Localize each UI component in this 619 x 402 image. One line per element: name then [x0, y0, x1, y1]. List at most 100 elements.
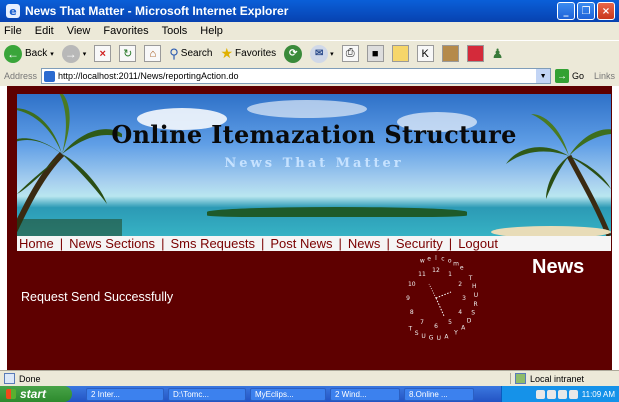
nav-separator: | — [448, 236, 453, 251]
people-icon: ♟ — [491, 45, 504, 61]
refresh-button[interactable]: ↻ — [119, 45, 137, 62]
menu-edit[interactable]: Edit — [35, 25, 54, 37]
clock-day-letter: T — [468, 275, 473, 282]
messenger-button[interactable] — [441, 45, 459, 62]
news-headline: News — [532, 256, 585, 278]
taskbar-item-internet-explorer[interactable]: 2 Inter... — [86, 387, 164, 401]
minimize-button[interactable]: _ — [557, 2, 575, 20]
address-input[interactable]: http://localhost:2011/News/reportingActi… — [41, 68, 552, 84]
task-label: D:\Tomc... — [173, 389, 210, 399]
address-url: http://localhost:2011/News/reportingActi… — [58, 71, 239, 81]
clock-number: 9 — [406, 295, 410, 302]
history-icon: ⟳ — [284, 44, 303, 63]
clock-month-letter: U — [437, 335, 441, 342]
taskbar-item-online[interactable]: 8.Online ... — [404, 387, 474, 401]
menu-help[interactable]: Help — [200, 25, 223, 37]
system-tray: 11:09 AM — [501, 386, 619, 402]
edit-icon: ■ — [366, 45, 384, 62]
search-button[interactable]: ⚲ Search — [169, 46, 212, 62]
menu-bar: File Edit View Favorites Tools Help — [0, 22, 619, 40]
start-label: start — [20, 387, 47, 401]
clock-day-letter: U — [474, 292, 478, 299]
clock-number: 6 — [434, 323, 438, 330]
back-label: Back — [25, 48, 48, 59]
maximize-button[interactable]: ❐ — [577, 2, 595, 20]
menu-favorites[interactable]: Favorites — [103, 25, 148, 37]
clock-day-letter: Y — [453, 330, 458, 337]
clock-number: 2 — [458, 281, 462, 288]
nav-logout[interactable]: Logout — [456, 236, 500, 251]
tray-icon[interactable] — [546, 389, 556, 399]
tray-icon[interactable] — [535, 389, 545, 399]
site-title: Online Itemazation Structure — [111, 120, 517, 149]
home-button[interactable]: ⌂ — [144, 45, 162, 62]
mail-button[interactable]: ✉ ▾ — [310, 44, 334, 63]
clock-number: 4 — [458, 309, 462, 316]
menu-file[interactable]: File — [4, 25, 22, 37]
history-button[interactable]: ⟳ — [284, 44, 303, 63]
research-button[interactable]: K — [416, 45, 434, 62]
address-label: Address — [4, 71, 38, 81]
forward-button[interactable]: → ▾ — [61, 44, 87, 63]
stop-button[interactable]: × — [94, 45, 112, 62]
mail-dropdown-icon[interactable]: ▾ — [330, 50, 334, 58]
site-banner: Online Itemazation Structure News That M… — [17, 94, 611, 236]
browser-toolbar: ← Back ▾ → ▾ × ↻ ⌂ ⚲ Search ★ Favorites … — [0, 40, 619, 66]
task-label: 2 Wind... — [335, 389, 367, 399]
tray-icon[interactable] — [568, 389, 578, 399]
nav-home[interactable]: Home — [17, 236, 56, 251]
nav-news-sections[interactable]: News Sections — [67, 236, 157, 251]
nav-post-news[interactable]: Post News — [268, 236, 334, 251]
taskbar-item-tomcat[interactable]: D:\Tomc... — [168, 387, 246, 401]
edit-button[interactable]: ■ — [366, 45, 384, 62]
forward-arrow-icon: → — [61, 44, 80, 63]
back-dropdown-icon[interactable]: ▾ — [50, 50, 54, 58]
nav-news[interactable]: News — [346, 236, 383, 251]
favorites-button[interactable]: ★ Favorites — [220, 45, 276, 62]
go-label: Go — [572, 71, 585, 81]
menu-tools[interactable]: Tools — [162, 25, 188, 37]
status-text: Done — [19, 373, 41, 384]
task-label: 2 Inter... — [91, 389, 120, 399]
clock-month-letter: A — [444, 334, 449, 341]
nav-separator: | — [386, 236, 390, 251]
clock-month-letter: U — [421, 333, 425, 340]
page-content: Online Itemazation Structure News That M… — [0, 86, 619, 370]
forward-dropdown-icon[interactable]: ▾ — [83, 50, 87, 58]
links-button[interactable]: Links — [594, 71, 615, 81]
go-arrow-icon: → — [555, 69, 570, 83]
tray-icon[interactable] — [557, 389, 567, 399]
security-zone[interactable]: Local intranet — [510, 373, 584, 384]
taskbar-item-windows[interactable]: 2 Wind... — [330, 387, 400, 401]
text-clock: w e l c o meTHURSDAYAUGUST121234567891011 — [406, 255, 478, 342]
clock-minute-hand — [435, 291, 452, 299]
clock-number: 7 — [420, 319, 424, 326]
folder-icon — [391, 45, 409, 62]
address-bar: Address http://localhost:2011/News/repor… — [0, 66, 619, 86]
clock-welcome-letter: e — [427, 256, 431, 263]
clock-number: 1 — [448, 271, 452, 278]
clock-day-letter: H — [472, 283, 477, 290]
success-message: Request Send Successfully — [21, 290, 174, 304]
stop-icon: × — [94, 45, 112, 62]
task-label: MyEclips... — [255, 389, 294, 399]
menu-view[interactable]: View — [67, 25, 91, 37]
window-titlebar[interactable]: e News That Matter - Microsoft Internet … — [0, 0, 619, 22]
mail-icon: ✉ — [310, 44, 329, 63]
address-dropdown-icon[interactable]: ▼ — [536, 69, 551, 83]
close-button[interactable]: × — [597, 2, 615, 20]
clock-day-letter: S — [471, 310, 475, 317]
status-bar: Done Local intranet — [0, 370, 619, 386]
extra-button[interactable]: ♟ — [492, 46, 504, 62]
nav-separator: | — [59, 236, 64, 251]
nav-security[interactable]: Security — [394, 236, 445, 251]
back-button[interactable]: ← Back ▾ — [4, 44, 54, 63]
clock-number: 3 — [462, 295, 466, 302]
discuss-button[interactable] — [391, 45, 409, 62]
flag-button[interactable] — [466, 45, 484, 62]
taskbar-item-myeclipse[interactable]: MyEclips... — [250, 387, 326, 401]
start-button[interactable]: start — [0, 386, 72, 402]
nav-sms-requests[interactable]: Sms Requests — [168, 236, 257, 251]
go-button[interactable]: → Go — [555, 69, 584, 83]
print-button[interactable]: ⎙ — [341, 45, 359, 62]
